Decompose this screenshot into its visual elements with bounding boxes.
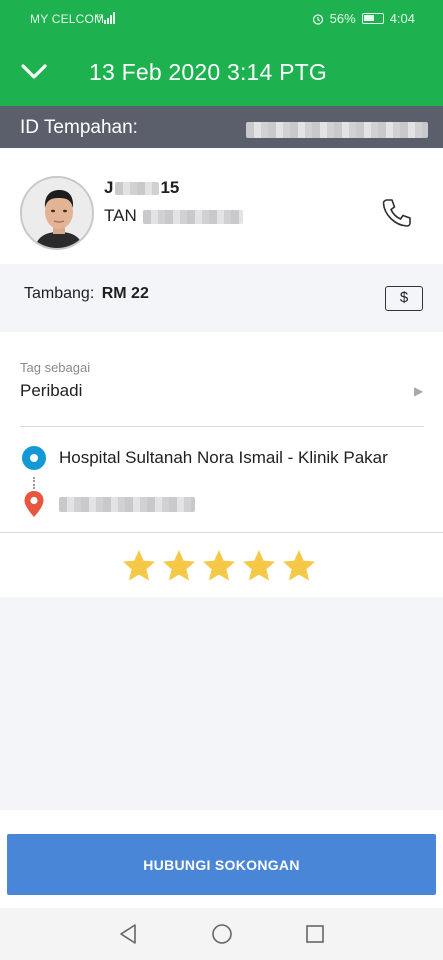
booking-id-redacted [246, 122, 428, 138]
driver-name: J 15 [104, 178, 179, 198]
network-type: 4G [96, 14, 103, 20]
location-pin-icon [24, 491, 44, 517]
nav-recent-apps-icon[interactable] [305, 924, 325, 944]
footer: HUBUNGI SOKONGAN [0, 810, 443, 908]
driver-name-redacted [115, 182, 160, 196]
avatar [20, 176, 94, 250]
rating-stars [121, 548, 317, 584]
tag-label: Tag sebagai [20, 360, 91, 375]
cash-icon[interactable]: $ [385, 286, 423, 311]
pickup-row: Hospital Sultanah Nora Ismail - Klinik P… [0, 445, 443, 471]
pickup-location: Hospital Sultanah Nora Ismail - Klinik P… [59, 448, 388, 467]
phone-icon[interactable] [378, 195, 414, 231]
signal-icon: 4G [96, 12, 115, 24]
star-icon[interactable] [281, 548, 317, 584]
contact-support-button[interactable]: HUBUNGI SOKONGAN [7, 834, 436, 895]
fare-label: Tambang: [24, 285, 95, 302]
star-icon[interactable] [201, 548, 237, 584]
dropoff-location-redacted [59, 497, 195, 512]
driver-fullname: TAN [104, 206, 243, 226]
alarm-icon [312, 13, 323, 25]
fare-amount: RM 22 [101, 285, 149, 302]
star-icon[interactable] [161, 548, 197, 584]
fare-text: Tambang: RM 22 [24, 285, 149, 303]
app-bar: 13 Feb 2020 3:14 PTG [0, 38, 443, 106]
driver-surname: TAN [104, 206, 137, 225]
battery-icon [361, 13, 384, 24]
battery-percent: 56% [329, 11, 356, 26]
chevron-right-icon[interactable]: ▶ [414, 384, 423, 398]
content-spacer [0, 597, 443, 810]
trip-details: Tag sebagai Peribadi ▶ Hospital Sultanah… [0, 332, 443, 597]
dropoff-row [0, 490, 443, 520]
driver-name-suffix: 15 [160, 178, 180, 197]
chevron-down-icon[interactable] [20, 58, 48, 86]
driver-fullname-redacted [142, 209, 243, 224]
status-right: 56% 4:04 [312, 11, 415, 26]
status-bar: MY CELCOM 4G 56% 4:04 [0, 0, 443, 38]
divider [0, 532, 443, 533]
nav-back-icon[interactable] [117, 922, 139, 946]
driver-card: J 15 TAN [0, 148, 443, 264]
booking-id-label: ID Tempahan: [20, 117, 138, 138]
route-connector [33, 477, 35, 489]
page-title: 13 Feb 2020 3:14 PTG [89, 59, 327, 85]
star-icon[interactable] [241, 548, 277, 584]
pickup-dot-icon [22, 446, 46, 470]
carrier-name: MY CELCOM [30, 12, 105, 26]
clock-time: 4:04 [389, 11, 415, 26]
booking-id-bar: ID Tempahan: [0, 106, 443, 148]
system-nav-bar [0, 908, 443, 960]
driver-photo [22, 178, 92, 248]
nav-home-icon[interactable] [211, 923, 233, 945]
tag-value[interactable]: Peribadi [20, 381, 82, 401]
driver-name-prefix: J [104, 178, 114, 197]
star-icon[interactable] [121, 548, 157, 584]
fare-row: Tambang: RM 22 $ [0, 264, 443, 332]
divider [20, 426, 424, 427]
